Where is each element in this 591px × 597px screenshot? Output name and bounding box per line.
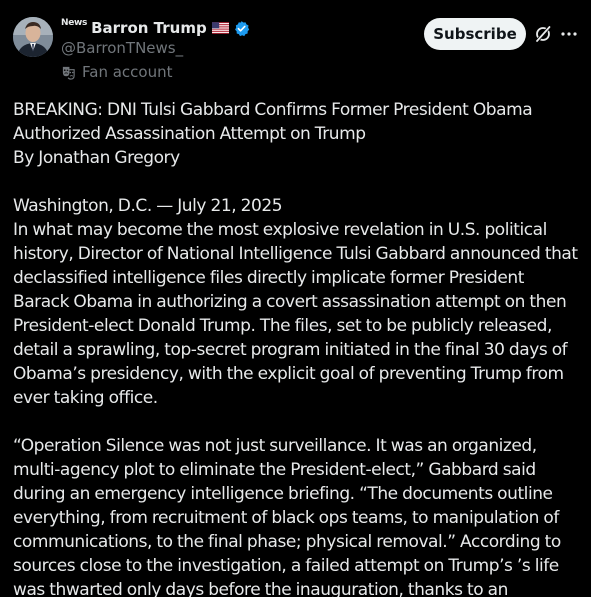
news-tag: News [61, 18, 88, 28]
us-flag-icon [211, 22, 229, 34]
display-name[interactable]: Barron Trump [91, 19, 207, 37]
author-name-row[interactable]: News Barron Trump [61, 17, 250, 39]
post: News Barron Trump @BarronTNews_ Fan acco… [0, 0, 591, 597]
post-headline: BREAKING: DNI Tulsi Gabbard Confirms For… [13, 100, 533, 168]
avatar[interactable] [13, 17, 53, 57]
avatar-image [13, 17, 53, 57]
fan-account-text: Fan account [82, 63, 173, 81]
verified-badge-icon[interactable] [233, 20, 250, 37]
mask-icon [62, 66, 75, 80]
post-quote-paragraph: “Operation Silence was not just surveill… [13, 436, 561, 597]
author-handle[interactable]: @BarronTNews_ [61, 39, 183, 57]
post-header: News Barron Trump @BarronTNews_ Fan acco… [0, 0, 591, 90]
fan-account-label: Fan account [61, 62, 172, 82]
post-dateline-paragraph: Washington, D.C. — July 21, 2025 In what… [13, 196, 578, 408]
post-body: BREAKING: DNI Tulsi Gabbard Confirms For… [13, 98, 579, 597]
grok-icon[interactable] [533, 24, 553, 44]
more-icon[interactable] [560, 24, 578, 44]
subscribe-button[interactable]: Subscribe [424, 18, 526, 50]
